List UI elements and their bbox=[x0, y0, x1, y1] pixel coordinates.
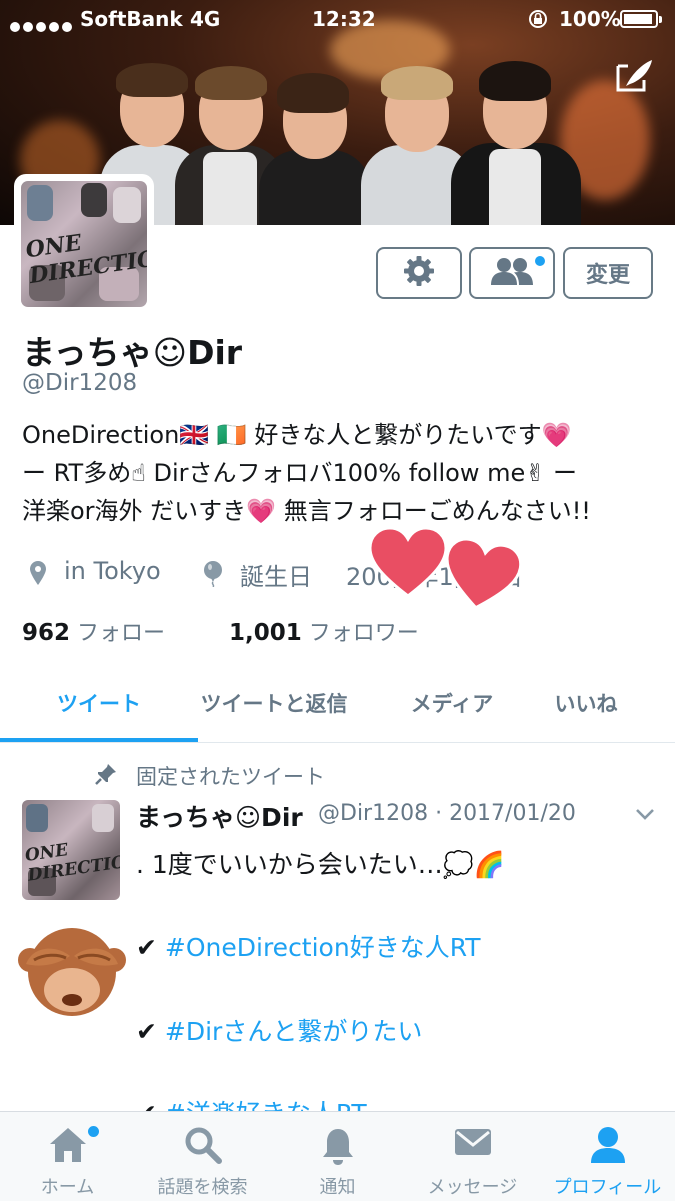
profile-location: in Tokyo bbox=[64, 557, 161, 585]
hashtag-link[interactable]: #OneDirection好きな人RT bbox=[165, 933, 481, 962]
pin-icon bbox=[94, 762, 118, 786]
bell-icon bbox=[321, 1126, 355, 1170]
pinned-tweet-label: 固定されたツイート bbox=[136, 765, 325, 789]
tweet-text-line: ✔ #OneDirection好きな人RT bbox=[136, 928, 481, 964]
people-button[interactable] bbox=[469, 247, 555, 299]
edit-profile-button[interactable]: 変更 bbox=[563, 247, 653, 299]
carrier-label: SoftBank bbox=[80, 7, 183, 31]
network-label: 4G bbox=[190, 7, 221, 31]
profile-avatar[interactable]: ONE DIRECTION bbox=[14, 174, 154, 314]
tab-likes[interactable]: いいね bbox=[540, 688, 632, 718]
tabbar-home-label: ホーム bbox=[40, 1177, 95, 1198]
settings-button[interactable] bbox=[376, 247, 462, 299]
tweet-text: . 1度でいいから会いたい…💭🌈 bbox=[136, 850, 506, 879]
birthday-label: 誕生日 bbox=[240, 563, 312, 591]
tabbar-messages[interactable]: メッセージ bbox=[405, 1112, 540, 1201]
tweet-meta: @Dir1208 · 2017/01/20 bbox=[318, 801, 576, 826]
tweet-author-name[interactable]: まっちゃ☺Dir bbox=[136, 798, 303, 834]
tweet-text-line: ✔ #Dirさんと繋がりたい bbox=[136, 1012, 422, 1048]
chevron-down-icon[interactable] bbox=[634, 806, 656, 822]
tab-tweets-replies[interactable]: ツイートと返信 bbox=[196, 688, 352, 718]
tweet-text-line: . 1度でいいから会いたい…💭🌈 bbox=[136, 845, 505, 881]
tabbar-search[interactable]: 話題を検索 bbox=[135, 1112, 270, 1201]
heart-sticker-icon bbox=[436, 534, 526, 622]
followers-count[interactable]: 1,001 フォロワー bbox=[229, 615, 419, 647]
following-number: 962 bbox=[22, 620, 71, 646]
battery-label: 100% bbox=[559, 7, 621, 31]
tweet-avatar-text: ONE DIRECTION bbox=[23, 840, 120, 886]
status-bar: SoftBank 4G 12:32 100% bbox=[0, 0, 675, 38]
birthday-balloon-icon bbox=[202, 561, 224, 593]
profile-tabs: ツイート ツイートと返信 メディア いいね bbox=[0, 672, 675, 743]
followers-label: フォロワー bbox=[308, 621, 419, 646]
tabbar-notifications-label: 通知 bbox=[319, 1177, 356, 1198]
active-tab-indicator bbox=[0, 738, 198, 742]
lock-icon bbox=[528, 9, 548, 34]
location-pin-icon bbox=[30, 561, 46, 591]
time-label: 12:32 bbox=[312, 7, 376, 31]
home-badge-dot bbox=[86, 1124, 101, 1139]
tab-tweets[interactable]: ツイート bbox=[0, 688, 198, 718]
checkmark-icon: ✔ bbox=[136, 933, 157, 962]
tabbar-profile-label: プロフィール bbox=[553, 1177, 662, 1198]
search-icon bbox=[184, 1126, 222, 1168]
edit-profile-label: 変更 bbox=[585, 263, 630, 288]
avatar-image: ONE DIRECTION bbox=[21, 181, 147, 307]
people-icon bbox=[490, 256, 534, 290]
heart-sticker-icon bbox=[368, 526, 448, 604]
gear-icon bbox=[402, 254, 436, 292]
tab-media[interactable]: メディア bbox=[396, 688, 508, 718]
profile-icon bbox=[590, 1126, 626, 1168]
see-no-evil-monkey-icon bbox=[14, 920, 130, 1030]
mail-icon bbox=[453, 1126, 493, 1162]
notification-dot bbox=[533, 254, 547, 268]
following-label: フォロー bbox=[77, 621, 166, 646]
hashtag-link[interactable]: #Dirさんと繋がりたい bbox=[165, 1017, 422, 1046]
profile-handle: @Dir1208 bbox=[22, 370, 138, 396]
following-count[interactable]: 962 フォロー bbox=[22, 615, 165, 647]
battery-icon bbox=[620, 10, 662, 28]
bottom-tab-bar: ホーム 話題を検索 通知 メッセージ プロフィール bbox=[0, 1111, 675, 1201]
signal-dots-icon bbox=[10, 13, 75, 37]
compose-icon[interactable] bbox=[614, 56, 656, 94]
followers-number: 1,001 bbox=[229, 620, 302, 646]
banner-figure bbox=[445, 35, 595, 225]
tabbar-notifications[interactable]: 通知 bbox=[270, 1112, 405, 1201]
checkmark-icon: ✔ bbox=[136, 1017, 157, 1046]
tweet-avatar[interactable]: ONE DIRECTION bbox=[22, 800, 120, 900]
display-name: まっちゃ☺Dir bbox=[22, 333, 243, 372]
tabbar-search-label: 話題を検索 bbox=[157, 1177, 248, 1198]
home-icon bbox=[48, 1126, 88, 1168]
tabbar-profile[interactable]: プロフィール bbox=[540, 1112, 675, 1201]
tabbar-home[interactable]: ホーム bbox=[0, 1112, 135, 1201]
tabbar-messages-label: メッセージ bbox=[427, 1177, 518, 1198]
profile-bio: OneDirection🇬🇧 🇮🇪 好きな人と繋がりたいです💗 ー RT多め☝ … bbox=[22, 421, 591, 525]
